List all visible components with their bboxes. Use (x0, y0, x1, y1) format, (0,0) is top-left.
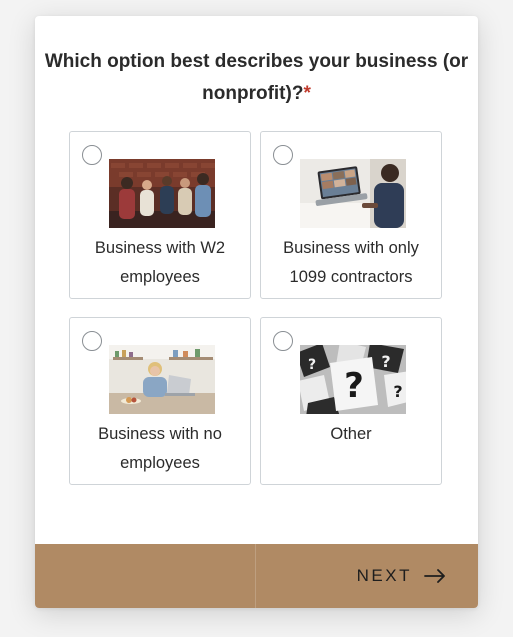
question-marks-photo-icon: ? ? ? ? (300, 345, 406, 414)
option-label: Business with no employees (98, 425, 222, 472)
option-radio[interactable] (273, 145, 293, 165)
option-other[interactable]: ? ? ? ? Other (260, 317, 442, 485)
next-button-label: NEXT (356, 566, 412, 585)
svg-text:?: ? (308, 357, 316, 373)
option-label: Business with only 1099 contractors (283, 239, 419, 286)
option-radio[interactable] (82, 331, 102, 351)
svg-text:?: ? (344, 366, 364, 406)
svg-text:?: ? (393, 382, 402, 401)
svg-text:?: ? (381, 352, 390, 371)
option-no-employees[interactable]: Business with no employees (69, 317, 251, 485)
required-mark: * (303, 83, 311, 104)
question-text: Which option best describes your busines… (44, 51, 469, 104)
footer-left-area (35, 544, 256, 608)
option-label: Business with W2 employees (94, 239, 226, 286)
arrow-right-icon (424, 569, 445, 583)
woman-at-laptop-photo-icon (109, 345, 215, 414)
option-radio[interactable] (82, 145, 102, 165)
survey-card: Which option best describes your busines… (35, 16, 478, 608)
option-1099-contractors[interactable]: Business with only 1099 contractors (260, 131, 442, 299)
question-heading: Which option best describes your busines… (35, 46, 478, 110)
form-footer: NEXT (35, 544, 478, 608)
team-meeting-photo-icon (109, 159, 215, 228)
next-button[interactable]: NEXT (256, 544, 478, 608)
option-label: Other (330, 425, 372, 443)
video-call-laptop-photo-icon (300, 159, 406, 228)
option-radio[interactable] (273, 331, 293, 351)
option-w2-employees[interactable]: Business with W2 employees (69, 131, 251, 299)
